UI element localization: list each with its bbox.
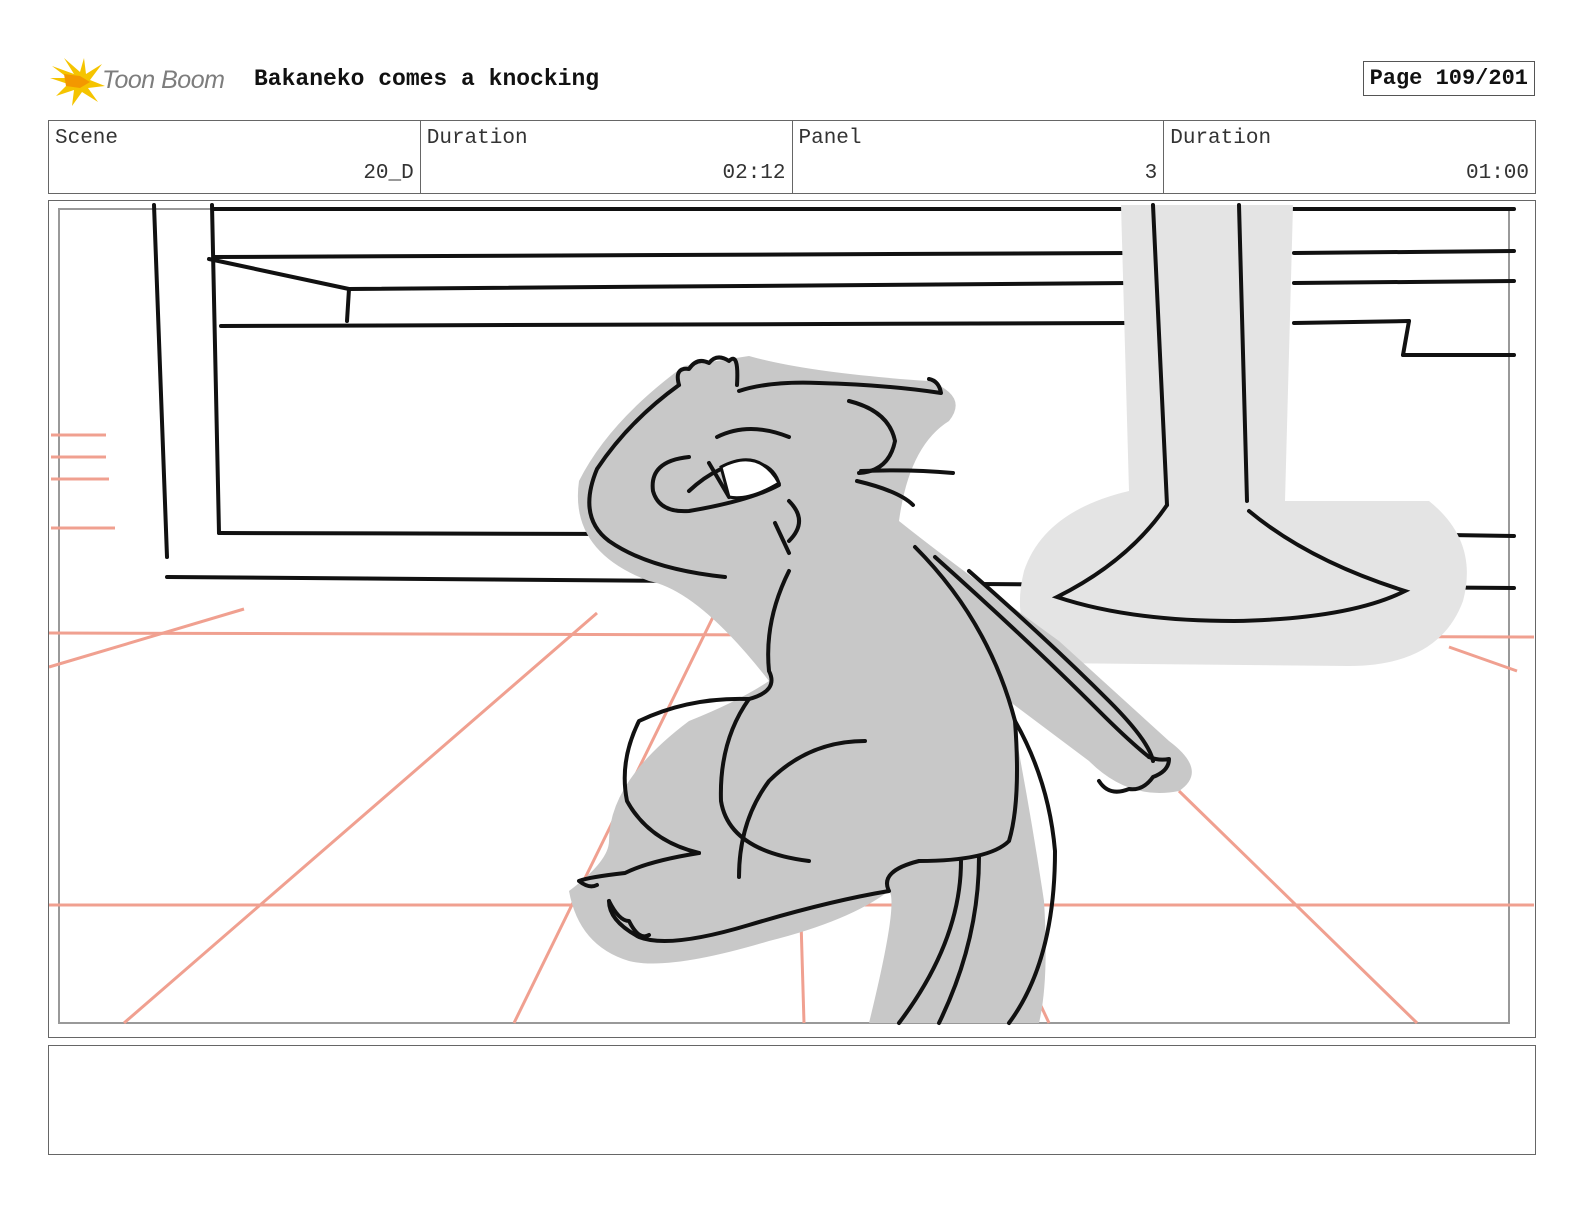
page-number: Page 109/201 — [1362, 61, 1535, 96]
storyboard-panel — [48, 200, 1536, 1038]
panel-duration-label: Duration — [1170, 127, 1272, 150]
logo-text: Toon Boom — [102, 66, 225, 94]
table-leg — [1019, 203, 1467, 666]
panel-duration-value: 01:00 — [1465, 162, 1529, 185]
scene-duration-value: 02:12 — [722, 162, 786, 185]
panel-info-table: Scene 20_D Duration 02:12 Panel 3 Durati… — [48, 120, 1536, 194]
cat-character — [569, 355, 1192, 1025]
notes-box — [48, 1045, 1536, 1155]
panel-value: 3 — [1144, 162, 1158, 185]
scene-cell: Scene 20_D — [49, 121, 421, 193]
scene-value: 20_D — [363, 162, 414, 185]
panel-cell: Panel 3 — [793, 121, 1165, 193]
toon-boom-logo: Toon Boom — [50, 56, 250, 106]
panel-duration-cell: Duration 01:00 — [1164, 121, 1535, 193]
scene-label: Scene — [55, 127, 119, 150]
storyboard-title: Bakaneko comes a knocking — [254, 66, 600, 92]
panel-drawing — [49, 203, 1534, 1025]
starburst-icon — [50, 58, 105, 106]
header: Toon Boom Bakaneko comes a knocking Page… — [50, 54, 1535, 106]
scene-duration-cell: Duration 02:12 — [421, 121, 793, 193]
scene-duration-label: Duration — [426, 127, 528, 150]
panel-label: Panel — [798, 127, 862, 150]
